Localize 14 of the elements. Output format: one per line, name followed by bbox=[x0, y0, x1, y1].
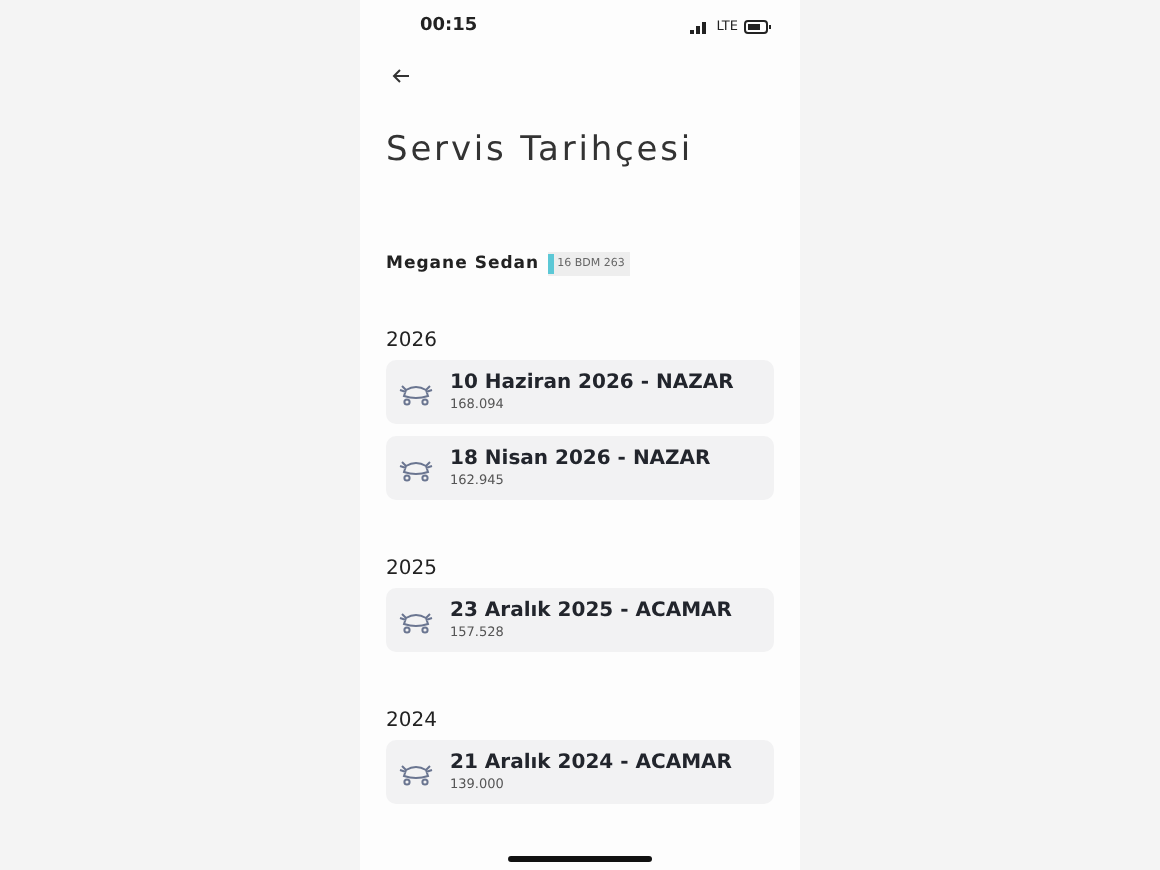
home-indicator bbox=[508, 856, 652, 862]
page-title: Servis Tarihçesi bbox=[386, 130, 696, 170]
back-arrow-icon[interactable] bbox=[392, 68, 410, 84]
battery-icon bbox=[744, 19, 772, 33]
signal-icon bbox=[690, 19, 711, 33]
vehicle-name: Megane Sedan bbox=[386, 254, 540, 274]
year-heading: 2026 bbox=[386, 330, 439, 354]
status-time: 00:15 bbox=[420, 16, 478, 36]
year-heading: 2025 bbox=[386, 558, 439, 582]
service-title: 21 Aralık 2024 - ACAMAR bbox=[450, 752, 732, 776]
service-title: 23 Aralık 2025 - ACAMAR bbox=[450, 600, 732, 624]
service-title: 10 Haziran 2026 - NAZAR bbox=[450, 372, 734, 396]
year-heading: 2024 bbox=[386, 710, 439, 734]
service-title: 18 Nisan 2026 - NAZAR bbox=[450, 448, 711, 472]
